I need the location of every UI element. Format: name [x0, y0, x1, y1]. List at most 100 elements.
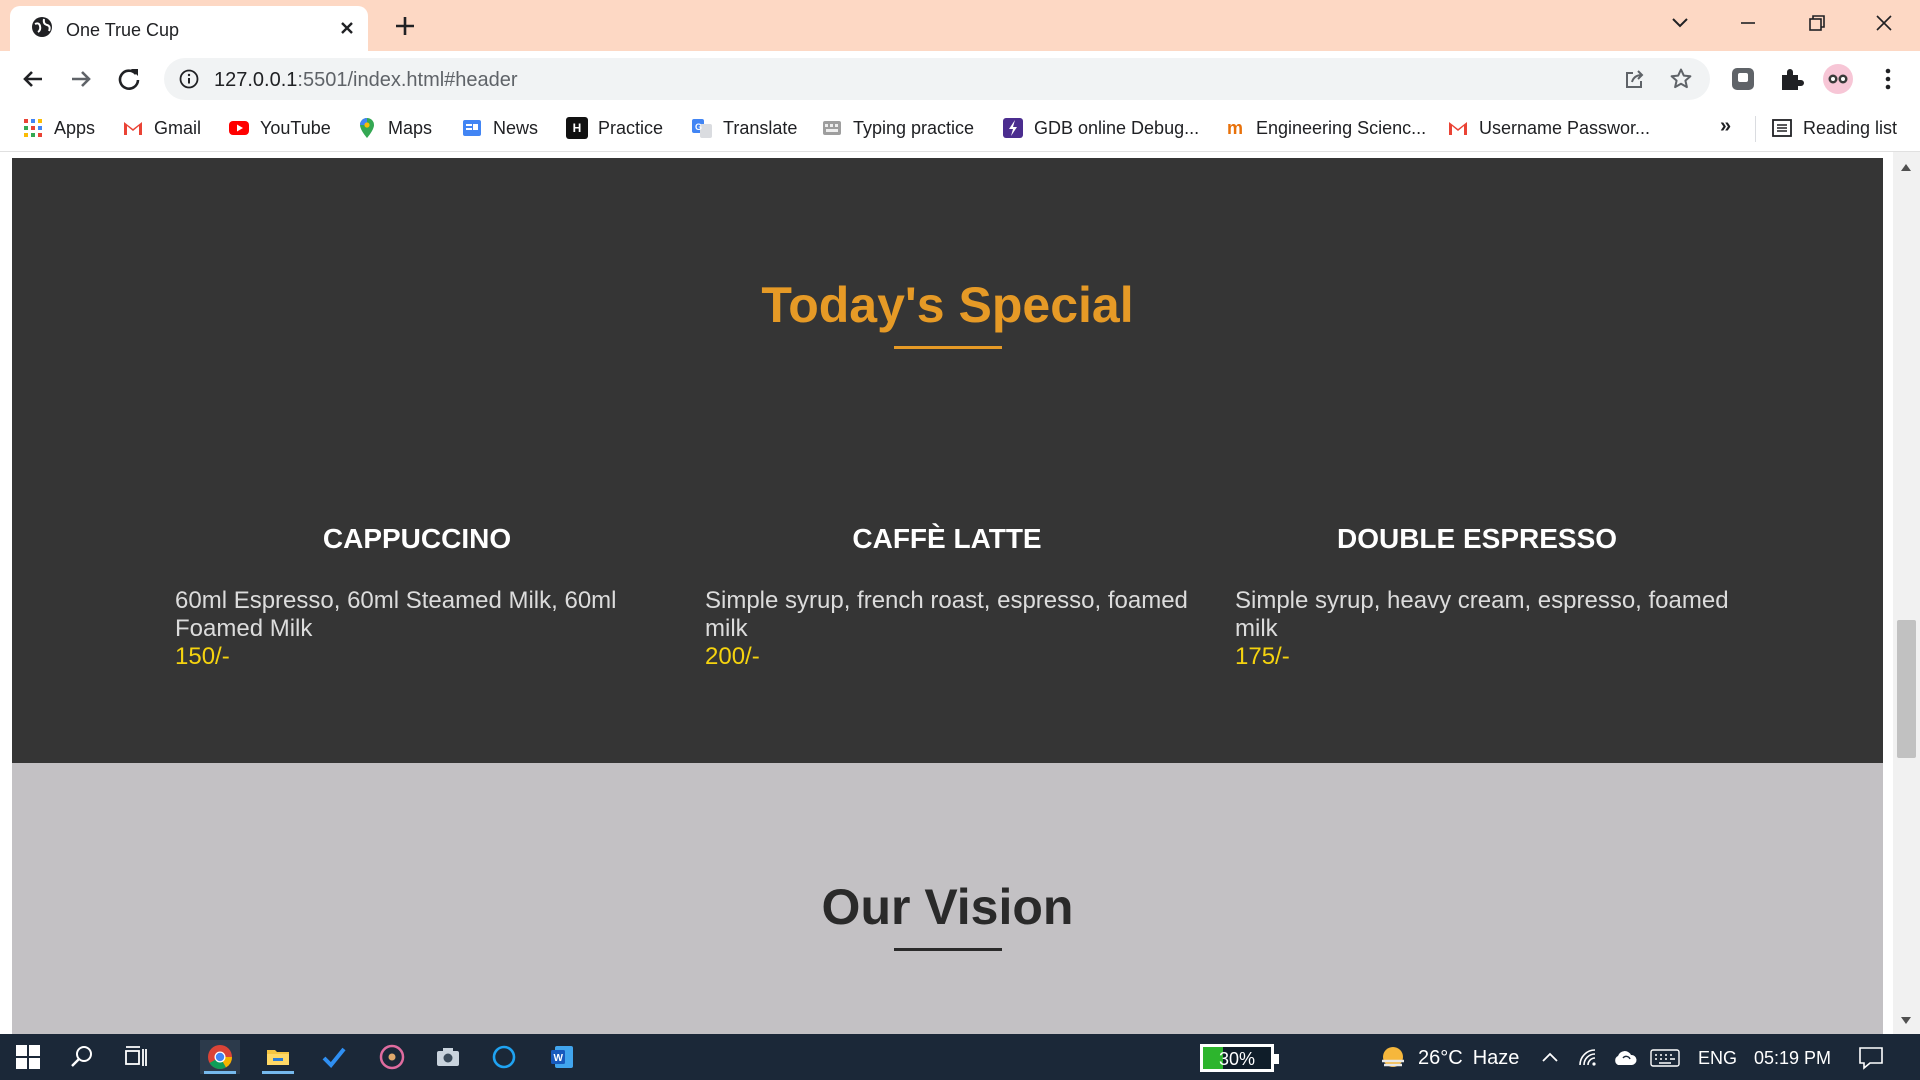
reading-list-button[interactable]: Reading list	[1771, 116, 1897, 140]
onedrive-cloud-icon[interactable]	[1612, 1048, 1638, 1068]
typing-icon	[823, 121, 841, 135]
taskbar-word[interactable]: W	[542, 1040, 582, 1074]
tab-title: One True Cup	[66, 20, 180, 40]
google-news-icon	[463, 120, 481, 136]
chrome-menu-icon[interactable]	[1872, 63, 1904, 95]
weather-widget[interactable]: 26°C Haze	[1378, 1043, 1519, 1073]
task-view-button[interactable]	[116, 1040, 156, 1074]
vertical-scrollbar[interactable]	[1893, 152, 1920, 1034]
media-player-icon	[379, 1044, 405, 1070]
reload-icon[interactable]	[114, 64, 144, 94]
search-button[interactable]	[62, 1040, 102, 1074]
taskbar-camera[interactable]	[428, 1040, 468, 1074]
chrome-icon	[208, 1045, 232, 1070]
camera-icon	[437, 1048, 459, 1066]
folder-icon	[267, 1050, 289, 1065]
menu-item-description: 60ml Espresso, 60ml Steamed Milk, 60ml F…	[175, 587, 617, 642]
todays-special-section: Today's Special CAPPUCCINO 60ml Espresso…	[12, 158, 1883, 763]
new-tab-icon[interactable]	[391, 12, 419, 40]
bookmark-news[interactable]: News	[461, 116, 538, 140]
gmail-icon	[1449, 122, 1467, 135]
minimize-icon[interactable]	[1730, 8, 1766, 38]
system-clock[interactable]: 05:19 PM	[1754, 1048, 1831, 1069]
svg-text:G: G	[695, 122, 702, 132]
profile-avatar[interactable]	[1822, 63, 1854, 95]
scrollbar-thumb[interactable]	[1897, 620, 1916, 758]
wifi-icon[interactable]	[1578, 1048, 1600, 1068]
bookmark-gmail[interactable]: Gmail	[122, 116, 201, 140]
browser-toolbar: 127.0.0.1:5501/index.html#header	[0, 51, 1920, 106]
url-text: 127.0.0.1:5501/index.html#header	[214, 69, 518, 92]
address-bar[interactable]: 127.0.0.1:5501/index.html#header	[164, 58, 1710, 100]
battery-indicator[interactable]: 30%	[1200, 1044, 1279, 1072]
menu-item-name: CAPPUCCINO	[322, 523, 512, 554]
section-title: Our Vision	[821, 879, 1074, 935]
tab-strip: One True Cup	[0, 0, 1920, 51]
taskbar-media-player[interactable]	[372, 1040, 412, 1074]
site-info-icon[interactable]	[178, 68, 200, 90]
restore-icon[interactable]	[1798, 8, 1834, 38]
windows-logo-icon	[16, 1045, 40, 1069]
bookmark-practice[interactable]: H Practice	[566, 116, 663, 140]
bookmark-maps[interactable]: Maps	[356, 116, 432, 140]
bookmark-youtube[interactable]: YouTube	[228, 116, 331, 140]
taskbar-chrome[interactable]	[200, 1040, 240, 1074]
word-icon: W	[551, 1046, 573, 1068]
sun-haze-icon	[1382, 1047, 1404, 1067]
windows-taskbar: W 30% 26°C Haze ENG 05:19 PM	[0, 1034, 1920, 1080]
bookmark-star-icon[interactable]	[1669, 67, 1693, 91]
apps-grid-icon	[24, 119, 42, 137]
menu-item-price: 200/-	[705, 643, 760, 670]
extension-icon[interactable]	[1727, 63, 1759, 95]
bookmarks-overflow-button[interactable]: »	[1720, 115, 1731, 138]
back-arrow-icon[interactable]	[18, 64, 48, 94]
keyboard-icon[interactable]	[1650, 1048, 1680, 1068]
bookmark-label: Translate	[723, 117, 798, 138]
menu-item-price: 175/-	[1235, 643, 1290, 670]
bookmark-label: Maps	[388, 117, 433, 138]
section-title: Today's Special	[761, 277, 1134, 333]
taskbar-cortana[interactable]	[484, 1040, 524, 1074]
bookmark-username-password[interactable]: Username Passwor...	[1447, 116, 1650, 140]
title-underline	[894, 948, 1002, 951]
bookmark-label: Practice	[598, 117, 664, 138]
checkmark-icon	[322, 1047, 346, 1068]
extensions-puzzle-icon[interactable]	[1775, 63, 1807, 95]
close-tab-icon[interactable]	[336, 17, 358, 39]
bookmark-typing-practice[interactable]: Typing practice	[821, 116, 974, 140]
input-language[interactable]: ENG	[1698, 1048, 1737, 1069]
menu-item-card: CAPPUCCINO 60ml Espresso, 60ml Steamed M…	[175, 523, 675, 671]
search-icon	[71, 1046, 92, 1067]
bookmark-gdb-online[interactable]: GDB online Debug...	[1002, 116, 1199, 140]
notifications-icon[interactable]	[1858, 1045, 1884, 1071]
battery-nub	[1274, 1054, 1279, 1064]
title-underline	[894, 346, 1002, 349]
bookmark-apps[interactable]: Apps	[22, 116, 95, 140]
battery-percent: 30%	[1218, 1049, 1256, 1069]
youtube-icon	[229, 121, 249, 135]
share-icon[interactable]	[1622, 68, 1646, 92]
window-close-icon[interactable]	[1866, 8, 1902, 38]
start-button[interactable]	[8, 1040, 48, 1074]
forward-arrow-icon[interactable]	[66, 64, 96, 94]
menu-item-price: 150/-	[175, 643, 230, 670]
browser-tab[interactable]: One True Cup	[10, 6, 368, 51]
scroll-up-arrow-icon[interactable]	[1900, 162, 1912, 172]
taskbar-file-explorer[interactable]	[258, 1040, 298, 1074]
bookmark-label: GDB online Debug...	[1034, 117, 1200, 138]
weather-condition: Haze	[1472, 1046, 1520, 1069]
bookmark-engineering-science[interactable]: m Engineering Scienc...	[1224, 116, 1426, 140]
tab-search-chevron-icon[interactable]	[1662, 8, 1698, 38]
taskbar-todo[interactable]	[314, 1040, 354, 1074]
scroll-down-arrow-icon[interactable]	[1900, 1016, 1912, 1026]
menu-item-card: CAFFÈ LATTE Simple syrup, french roast, …	[705, 523, 1205, 671]
chevron-up-icon[interactable]	[1540, 1048, 1560, 1068]
maps-pin-icon	[360, 118, 374, 138]
weather-temperature: 26°C	[1418, 1046, 1463, 1069]
active-indicator	[262, 1071, 294, 1074]
page-viewport: Today's Special CAPPUCCINO 60ml Espresso…	[0, 152, 1920, 1034]
reading-list-icon	[1772, 119, 1792, 137]
bookmark-label: Apps	[54, 117, 96, 138]
our-vision-section: Our Vision	[12, 763, 1883, 1034]
bookmark-translate[interactable]: G Translate	[691, 116, 797, 140]
